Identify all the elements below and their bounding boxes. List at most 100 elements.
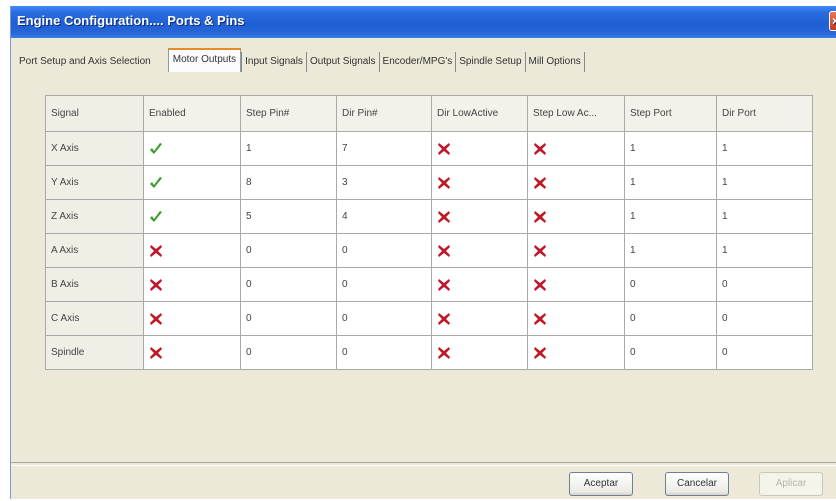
- cell-enabled[interactable]: [143, 165, 241, 200]
- x-icon[interactable]: [149, 346, 163, 360]
- x-icon[interactable]: [437, 278, 451, 292]
- cell-enabled[interactable]: [143, 131, 241, 166]
- column-header-signal[interactable]: Signal: [45, 95, 144, 132]
- cancel-button[interactable]: Cancelar: [665, 472, 729, 496]
- cell-step-port[interactable]: 1: [624, 199, 717, 234]
- column-header-step-pin[interactable]: Step Pin#: [240, 95, 337, 132]
- cell-signal[interactable]: Spindle: [45, 335, 144, 370]
- cell-dir-port[interactable]: 1: [716, 165, 813, 200]
- cell-enabled[interactable]: [143, 335, 241, 370]
- cell-step-pin[interactable]: 1: [240, 131, 337, 166]
- x-icon[interactable]: [533, 244, 547, 258]
- x-icon[interactable]: [437, 176, 451, 190]
- cell-step-port[interactable]: 1: [624, 131, 717, 166]
- cell-signal[interactable]: C Axis: [45, 301, 144, 336]
- cell-dir-pin[interactable]: 3: [336, 165, 432, 200]
- cell-step-low-active[interactable]: [527, 165, 625, 200]
- cell-dir-low-active[interactable]: [431, 301, 528, 336]
- table-row[interactable]: Spindle 0 0 0 0: [45, 335, 813, 370]
- cell-enabled[interactable]: [143, 199, 241, 234]
- tab-input-signals[interactable]: Input Signals: [241, 52, 307, 72]
- cell-dir-low-active[interactable]: [431, 335, 528, 370]
- cell-dir-port[interactable]: 0: [716, 335, 813, 370]
- cell-step-port[interactable]: 0: [624, 301, 717, 336]
- cell-step-pin[interactable]: 0: [240, 267, 337, 302]
- cell-dir-pin[interactable]: 0: [336, 267, 432, 302]
- column-header-step-port[interactable]: Step Port: [624, 95, 717, 132]
- cell-dir-pin[interactable]: 0: [336, 233, 432, 268]
- x-icon[interactable]: [149, 312, 163, 326]
- table-row[interactable]: X Axis 1 7 1 1: [45, 131, 813, 166]
- cell-step-port[interactable]: 0: [624, 267, 717, 302]
- table-row[interactable]: B Axis 0 0 0 0: [45, 267, 813, 302]
- tab-motor-outputs[interactable]: Motor Outputs: [167, 48, 242, 72]
- close-button[interactable]: ×: [829, 11, 836, 31]
- x-icon[interactable]: [437, 346, 451, 360]
- check-icon[interactable]: [149, 142, 163, 156]
- cell-step-pin[interactable]: 5: [240, 199, 337, 234]
- cell-step-low-active[interactable]: [527, 199, 625, 234]
- cell-enabled[interactable]: [143, 267, 241, 302]
- cell-dir-low-active[interactable]: [431, 233, 528, 268]
- apply-button[interactable]: Aplicar: [759, 472, 823, 496]
- cell-step-pin[interactable]: 0: [240, 335, 337, 370]
- table-row[interactable]: Z Axis 5 4 1 1: [45, 199, 813, 234]
- tab-output-signals[interactable]: Output Signals: [307, 52, 380, 72]
- column-header-enabled[interactable]: Enabled: [143, 95, 241, 132]
- table-row[interactable]: A Axis 0 0 1 1: [45, 233, 813, 268]
- tab-mill-options[interactable]: Mill Options: [526, 52, 585, 72]
- x-icon[interactable]: [533, 210, 547, 224]
- cell-enabled[interactable]: [143, 233, 241, 268]
- cell-dir-low-active[interactable]: [431, 165, 528, 200]
- cell-dir-port[interactable]: 1: [716, 199, 813, 234]
- cell-signal[interactable]: Z Axis: [45, 199, 144, 234]
- cell-step-pin[interactable]: 0: [240, 301, 337, 336]
- x-icon[interactable]: [437, 210, 451, 224]
- tab-port-setup[interactable]: Port Setup and Axis Selection: [17, 52, 154, 72]
- cell-step-pin[interactable]: 0: [240, 233, 337, 268]
- cell-dir-pin[interactable]: 4: [336, 199, 432, 234]
- cell-dir-low-active[interactable]: [431, 131, 528, 166]
- cell-step-port[interactable]: 1: [624, 165, 717, 200]
- x-icon[interactable]: [533, 312, 547, 326]
- check-icon[interactable]: [149, 210, 163, 224]
- tab-spindle-setup[interactable]: Spindle Setup: [456, 52, 526, 72]
- table-row[interactable]: Y Axis 8 3 1 1: [45, 165, 813, 200]
- x-icon[interactable]: [533, 278, 547, 292]
- cell-dir-low-active[interactable]: [431, 199, 528, 234]
- check-icon[interactable]: [149, 176, 163, 190]
- cell-step-pin[interactable]: 8: [240, 165, 337, 200]
- cell-signal[interactable]: X Axis: [45, 131, 144, 166]
- cell-dir-port[interactable]: 0: [716, 267, 813, 302]
- cell-dir-port[interactable]: 1: [716, 131, 813, 166]
- cell-step-low-active[interactable]: [527, 233, 625, 268]
- x-icon[interactable]: [437, 244, 451, 258]
- cell-enabled[interactable]: [143, 301, 241, 336]
- cell-dir-port[interactable]: 0: [716, 301, 813, 336]
- x-icon[interactable]: [437, 142, 451, 156]
- x-icon[interactable]: [533, 142, 547, 156]
- cell-step-low-active[interactable]: [527, 301, 625, 336]
- cell-dir-low-active[interactable]: [431, 267, 528, 302]
- cell-step-low-active[interactable]: [527, 335, 625, 370]
- x-icon[interactable]: [533, 346, 547, 360]
- cell-dir-pin[interactable]: 0: [336, 335, 432, 370]
- cell-dir-pin[interactable]: 0: [336, 301, 432, 336]
- column-header-dir-low-active[interactable]: Dir LowActive: [431, 95, 528, 132]
- cell-signal[interactable]: B Axis: [45, 267, 144, 302]
- title-bar[interactable]: Engine Configuration.... Ports & Pins ×: [11, 6, 836, 38]
- x-icon[interactable]: [149, 244, 163, 258]
- tab-encoder-mpgs[interactable]: Encoder/MPG's: [380, 52, 457, 72]
- table-row[interactable]: C Axis 0 0 0 0: [45, 301, 813, 336]
- cell-step-port[interactable]: 0: [624, 335, 717, 370]
- column-header-step-low-active[interactable]: Step Low Ac...: [527, 95, 625, 132]
- cell-dir-port[interactable]: 1: [716, 233, 813, 268]
- accept-button[interactable]: Aceptar: [569, 472, 633, 496]
- x-icon[interactable]: [437, 312, 451, 326]
- cell-step-port[interactable]: 1: [624, 233, 717, 268]
- column-header-dir-pin[interactable]: Dir Pin#: [336, 95, 432, 132]
- cell-step-low-active[interactable]: [527, 131, 625, 166]
- x-icon[interactable]: [533, 176, 547, 190]
- cell-signal[interactable]: Y Axis: [45, 165, 144, 200]
- cell-signal[interactable]: A Axis: [45, 233, 144, 268]
